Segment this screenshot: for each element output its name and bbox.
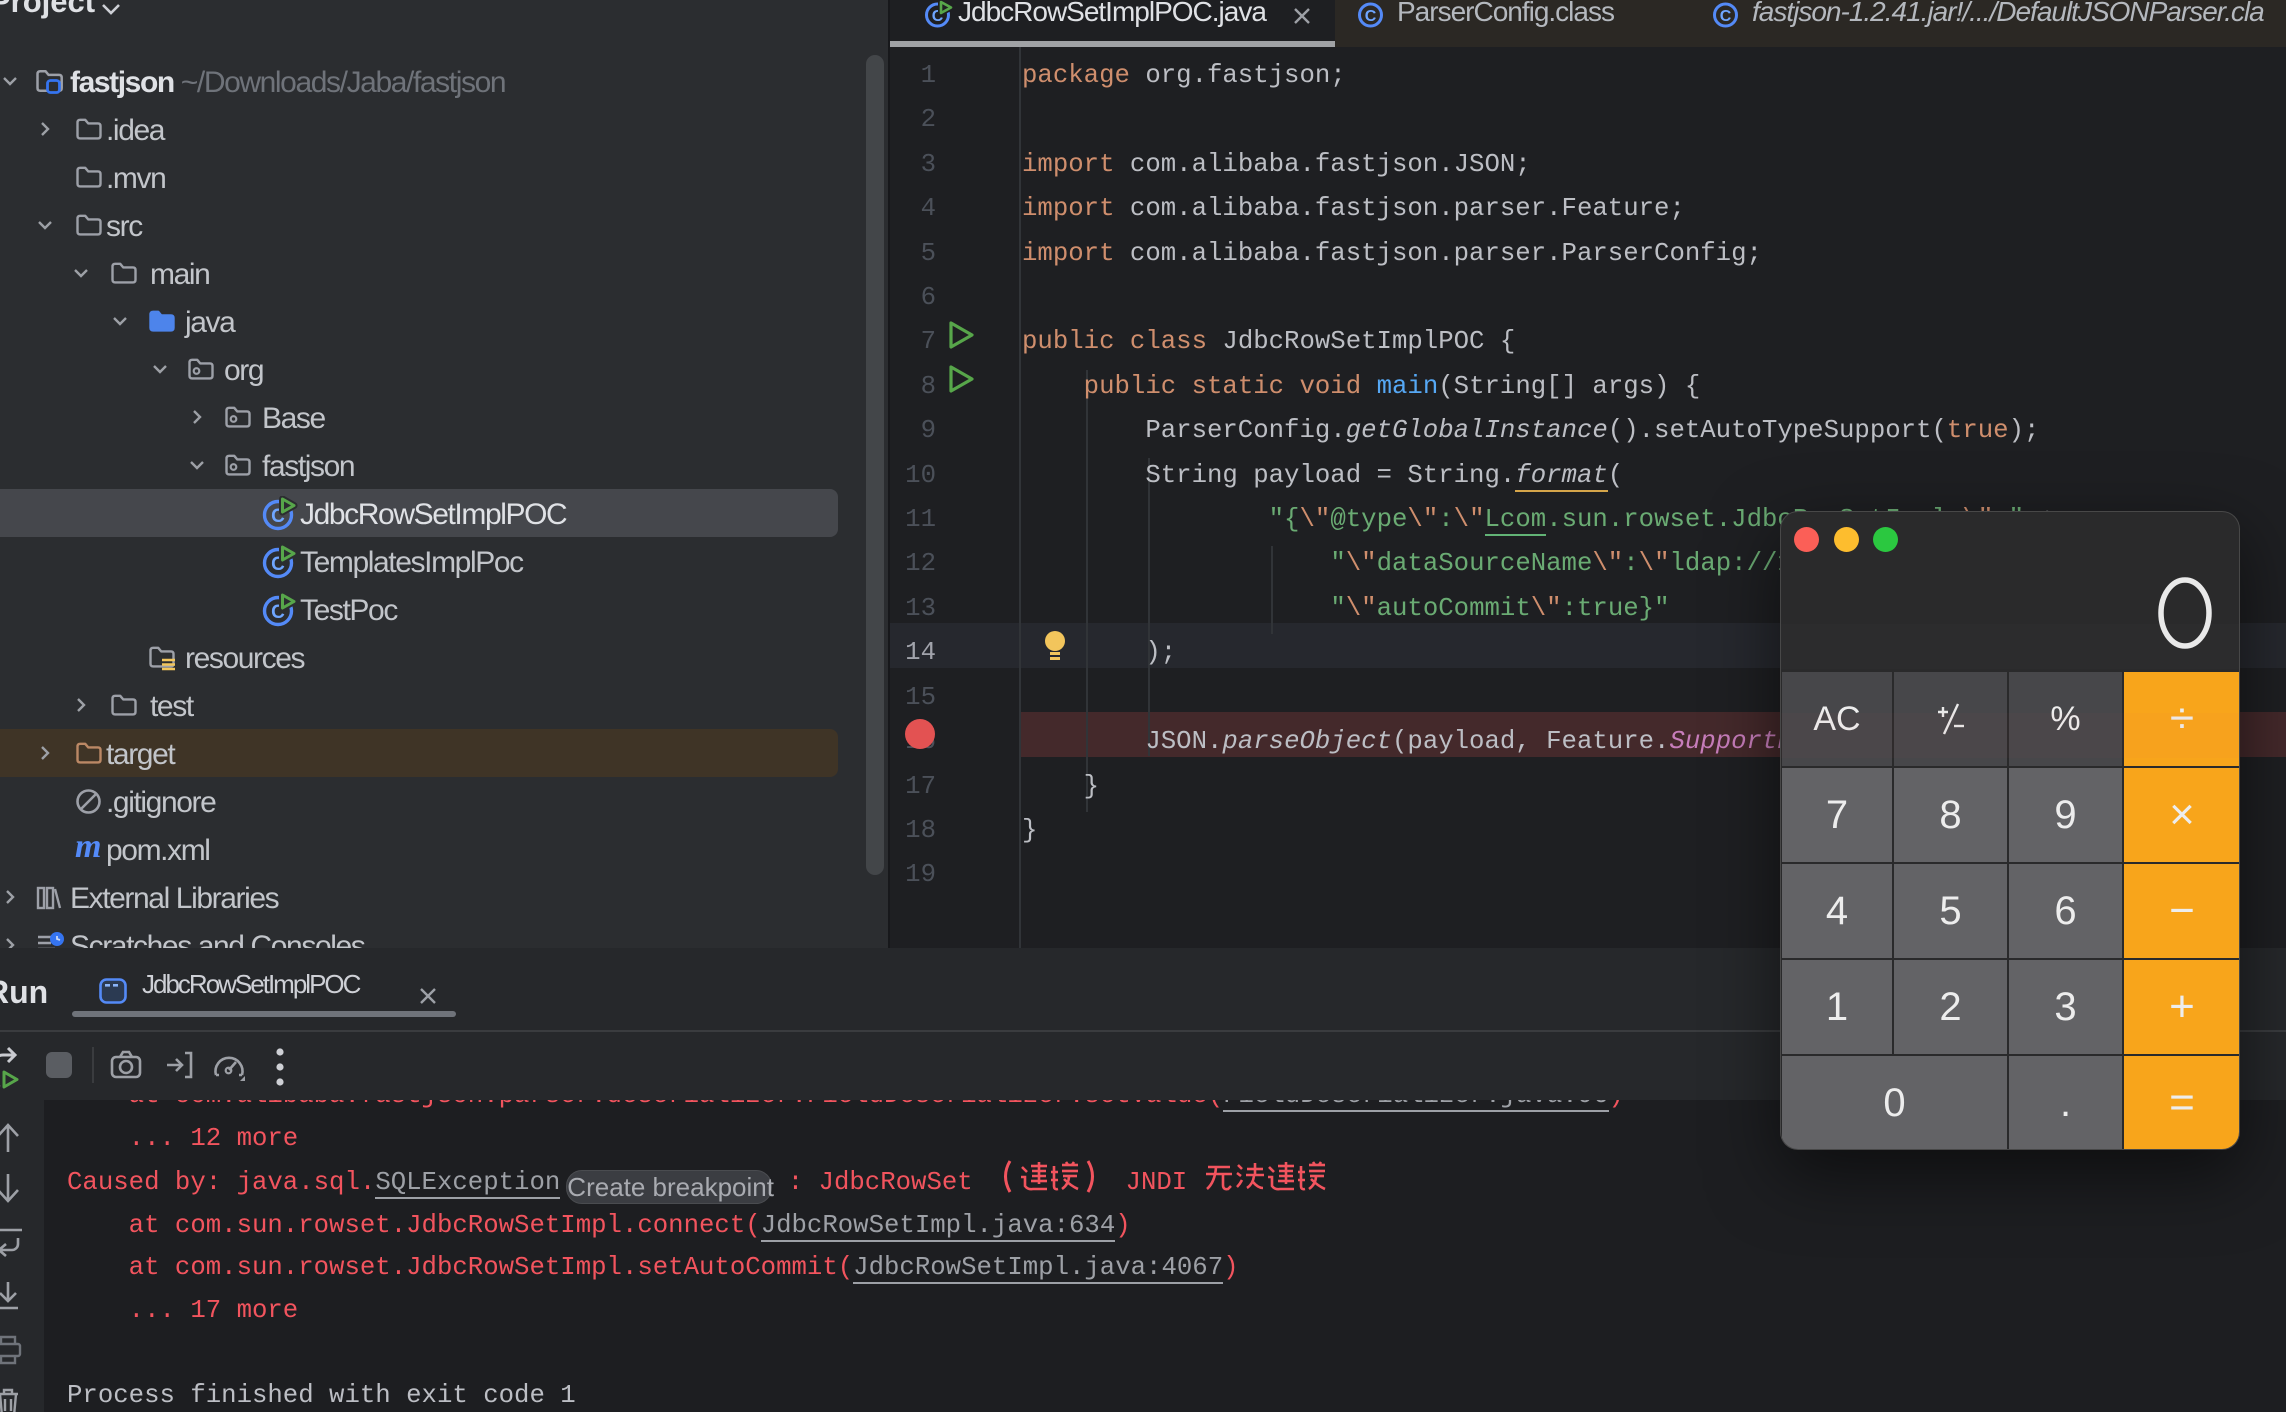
svg-text:C: C xyxy=(1720,8,1732,25)
svg-text:C: C xyxy=(1365,8,1377,25)
